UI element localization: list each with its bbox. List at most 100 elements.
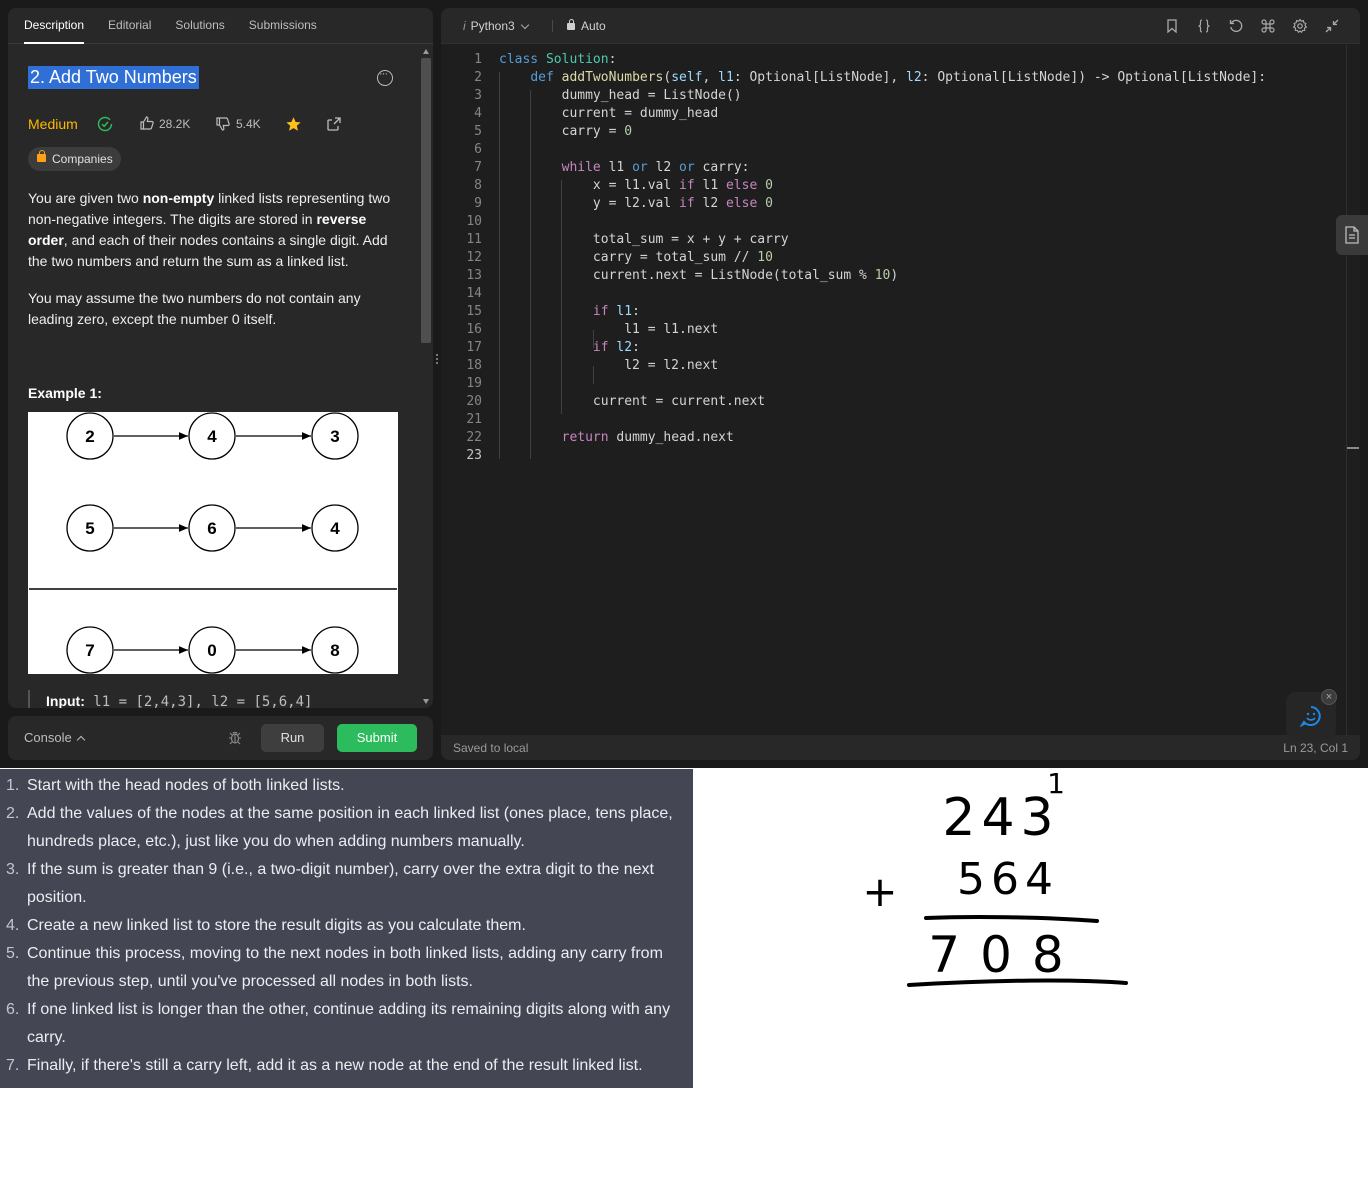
side-note-tab[interactable] (1336, 215, 1368, 255)
code-line: 16 l1 = l1.next (466, 322, 719, 337)
example-linked-list-figure: 2 4 3 5 6 4 7 0 8 (28, 412, 398, 674)
code-line: 17 if l2: (466, 340, 640, 355)
note-icon (1345, 226, 1359, 244)
favorite-star-icon[interactable] (285, 116, 302, 133)
code-line: 10 (466, 214, 482, 229)
lock-icon (567, 19, 575, 30)
problem-panel: Description Editorial Solutions Submissi… (8, 8, 433, 708)
scrollbar-thumb[interactable] (421, 58, 431, 343)
list-item: 7. Finally, if there's still a carry left… (6, 1057, 643, 1074)
addend-top: 243 (942, 788, 1059, 848)
command-icon[interactable] (1260, 18, 1276, 34)
scroll-down-icon[interactable] (423, 699, 429, 704)
code-line: 19 (466, 376, 482, 391)
code-line: 3 dummy_head = ListNode() (474, 88, 742, 103)
close-icon[interactable]: × (1321, 689, 1337, 705)
node-value: 4 (207, 427, 217, 446)
code-line: 15 if l1: (466, 304, 640, 319)
code-line: 18 l2 = l2.next (466, 358, 719, 373)
code-line: 2 def addTwoNumbers(self, l1: Optional[L… (474, 70, 1267, 85)
bookmark-icon[interactable] (1164, 18, 1180, 34)
chevron-down-icon (520, 20, 529, 30)
auto-mode-toggle[interactable]: Auto (567, 19, 606, 33)
code-line: 9 y = l2.val if l2 else 0 (474, 196, 773, 211)
list-item: 5. Continue this process, moving to the n… (6, 945, 663, 990)
node-value: 6 (207, 519, 216, 538)
code-line: 1 class Solution: (474, 52, 617, 67)
editor-status-bar: Saved to local Ln 23, Col 1 (441, 735, 1360, 760)
submit-button[interactable]: Submit (337, 724, 417, 752)
debug-bug-icon[interactable] (228, 730, 242, 745)
node-value: 7 (85, 641, 94, 660)
info-icon: i (463, 19, 466, 33)
thumbs-down-icon[interactable] (215, 116, 231, 132)
console-bar: Console Run Submit (8, 716, 433, 760)
code-area[interactable]: 1 class Solution: 2 def addTwoNumbers(sel… (441, 45, 1346, 735)
result-digits: 708 (928, 926, 1083, 984)
saved-status: Saved to local (453, 741, 529, 755)
code-line-current: 23 (466, 448, 482, 463)
code-line: 4 current = dummy_head (474, 106, 719, 121)
problem-title[interactable]: 2. Add Two Numbers (28, 66, 199, 89)
node-value: 8 (330, 641, 339, 660)
more-options-icon[interactable] (377, 68, 393, 86)
code-line: 22 return dummy_head.next (466, 430, 734, 445)
code-line: 6 (474, 142, 482, 157)
panel-resize-handle[interactable] (435, 352, 439, 368)
reset-icon[interactable] (1228, 18, 1244, 34)
share-icon[interactable] (326, 116, 342, 132)
list-item: 2. Add the values of the nodes at the sam… (6, 805, 673, 850)
thumbs-up-icon[interactable] (139, 115, 155, 131)
braces-icon[interactable] (1196, 18, 1212, 34)
code-line: 8 x = l1.val if l1 else 0 (474, 178, 773, 193)
node-value: 0 (207, 641, 216, 660)
addend-bottom: 564 (957, 854, 1059, 905)
tab-description[interactable]: Description (24, 8, 85, 44)
cursor-position: Ln 23, Col 1 (1283, 741, 1348, 755)
console-toggle[interactable]: Console (24, 730, 85, 745)
description-scrollbar[interactable] (420, 45, 433, 708)
code-line: 12 carry = total_sum // 10 (466, 250, 773, 265)
list-item: 1. Start with the head nodes of both link… (6, 777, 345, 794)
run-button[interactable]: Run (261, 724, 324, 752)
plus-sign: + (862, 867, 897, 916)
sum-line (924, 915, 1099, 923)
chat-smile-icon (1300, 706, 1321, 727)
companies-label: Companies (52, 152, 113, 166)
language-select[interactable]: i Python3 (463, 19, 529, 33)
description-paragraph: You are given two non-empty linked lists… (28, 190, 391, 269)
explanation-steps-panel: 1. Start with the head nodes of both link… (0, 769, 693, 1088)
code-line: 5 carry = 0 (474, 124, 633, 139)
collapse-icon[interactable] (1324, 18, 1340, 34)
problem-meta-row: Medium (28, 114, 78, 134)
handwritten-addition: 1 243 + 564 708 (862, 769, 1128, 987)
tab-editorial[interactable]: Editorial (108, 8, 151, 43)
description-paragraph-2: You may assume the two numbers do not co… (28, 290, 361, 327)
steps-list: 1. Start with the head nodes of both link… (0, 772, 693, 1080)
node-value: 4 (330, 519, 340, 538)
problem-description: 2. Add Two Numbers Medium 28.2K 5.4K (8, 45, 418, 708)
scroll-up-icon[interactable] (423, 49, 429, 54)
code-line: 20 current = current.next (466, 394, 766, 409)
list-item: 3. If the sum is greater than 9 (i.e., a … (6, 861, 654, 906)
likes-count: 28.2K (159, 117, 191, 131)
difficulty-badge: Medium (28, 116, 78, 132)
node-value: 2 (85, 427, 94, 446)
code-editor-panel: i Python3 Auto 1 class Solution: 2 def ad (441, 8, 1360, 760)
dislikes-count: 5.4K (236, 117, 261, 131)
solved-check-icon (97, 116, 113, 132)
chevron-up-icon (76, 735, 85, 745)
editor-scrollbar[interactable] (1346, 45, 1360, 735)
settings-icon[interactable] (1292, 18, 1308, 34)
toolbar-divider (552, 20, 553, 32)
companies-button[interactable]: Companies (28, 147, 121, 171)
code-line: 13 current.next = ListNode(total_sum % 1… (466, 268, 899, 283)
tab-solutions[interactable]: Solutions (175, 8, 224, 43)
list-item: 6. If one linked list is longer than the … (6, 1001, 671, 1046)
list-item: 4. Create a new linked list to store the … (6, 917, 526, 934)
tab-submissions[interactable]: Submissions (249, 8, 317, 43)
editor-toolbar: i Python3 Auto (441, 8, 1360, 44)
example-input: Input: l1 = [2,4,3], l2 = [5,6,4] (28, 690, 312, 708)
code-line: 11 total_sum = x + y + carry (466, 232, 789, 247)
code-line: 21 (466, 412, 482, 427)
